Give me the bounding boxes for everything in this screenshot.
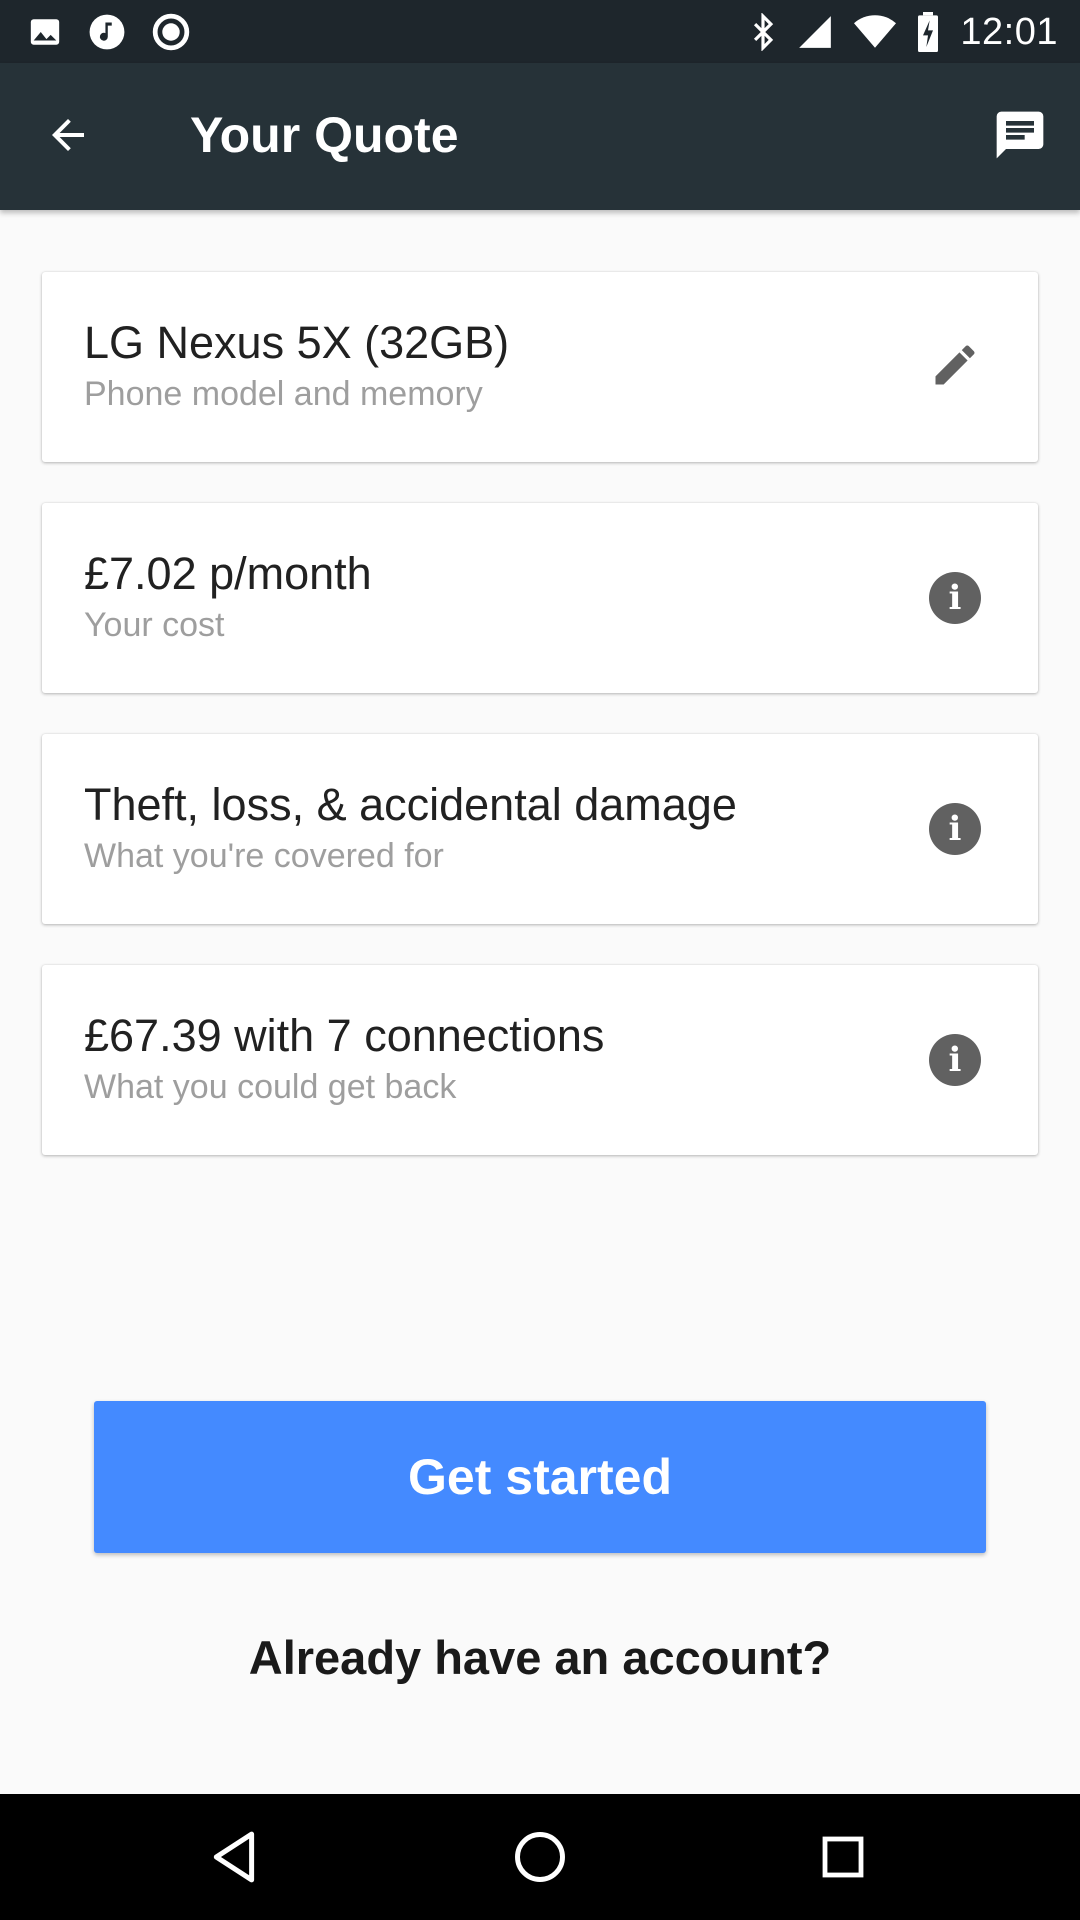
card-secondary-text: Phone model and memory [84, 375, 483, 413]
phone-model-card[interactable]: LG Nexus 5X (32GB) Phone model and memor… [42, 272, 1038, 462]
card-primary-text: Theft, loss, & accidental damage [84, 779, 737, 830]
chat-icon [992, 107, 1048, 168]
back-triangle-icon [210, 1830, 260, 1889]
chat-button[interactable] [990, 107, 1050, 167]
edit-button[interactable] [928, 340, 982, 394]
music-icon [88, 13, 126, 51]
arrow-back-icon [44, 111, 92, 164]
card-primary-text: LG Nexus 5X (32GB) [84, 317, 510, 368]
info-icon: i [929, 1034, 981, 1086]
card-secondary-text: What you could get back [84, 1068, 457, 1106]
get-started-button[interactable]: Get started [94, 1401, 986, 1553]
navigation-bar [0, 1794, 1080, 1920]
edit-icon [929, 339, 981, 396]
nav-recents-button[interactable] [808, 1824, 878, 1894]
cost-card[interactable]: £7.02 p/month Your cost i [42, 503, 1038, 693]
cell-signal-icon [796, 13, 834, 51]
info-icon: i [929, 803, 981, 855]
card-secondary-text: Your cost [84, 606, 225, 644]
coverage-card[interactable]: Theft, loss, & accidental damage What yo… [42, 734, 1038, 924]
quote-cards: LG Nexus 5X (32GB) Phone model and memor… [42, 272, 1038, 1196]
page-title: Your Quote [190, 107, 459, 163]
nav-back-button[interactable] [200, 1824, 270, 1894]
status-bar-notifications [28, 12, 190, 52]
cashback-card[interactable]: £67.39 with 7 connections What you could… [42, 965, 1038, 1155]
status-bar: 12:01 [0, 0, 1080, 63]
bluetooth-icon [750, 13, 776, 51]
clock: 12:01 [960, 10, 1058, 53]
info-button[interactable]: i [928, 802, 982, 856]
card-secondary-text: What you're covered for [84, 837, 444, 875]
card-primary-text: £7.02 p/month [84, 548, 372, 599]
record-icon [152, 13, 190, 51]
home-circle-icon [513, 1830, 567, 1889]
image-icon [28, 15, 62, 49]
info-button[interactable]: i [928, 571, 982, 625]
battery-charging-icon [916, 12, 940, 52]
back-button[interactable] [40, 109, 96, 165]
already-have-account-link[interactable]: Already have an account? [0, 1628, 1080, 1688]
app-bar: Your Quote [0, 63, 1080, 210]
info-icon: i [929, 572, 981, 624]
wifi-icon [854, 14, 897, 50]
nav-home-button[interactable] [505, 1824, 575, 1894]
recents-square-icon [819, 1833, 867, 1886]
info-button[interactable]: i [928, 1033, 982, 1087]
card-primary-text: £67.39 with 7 connections [84, 1010, 605, 1061]
status-bar-system: 12:01 [750, 8, 1058, 56]
